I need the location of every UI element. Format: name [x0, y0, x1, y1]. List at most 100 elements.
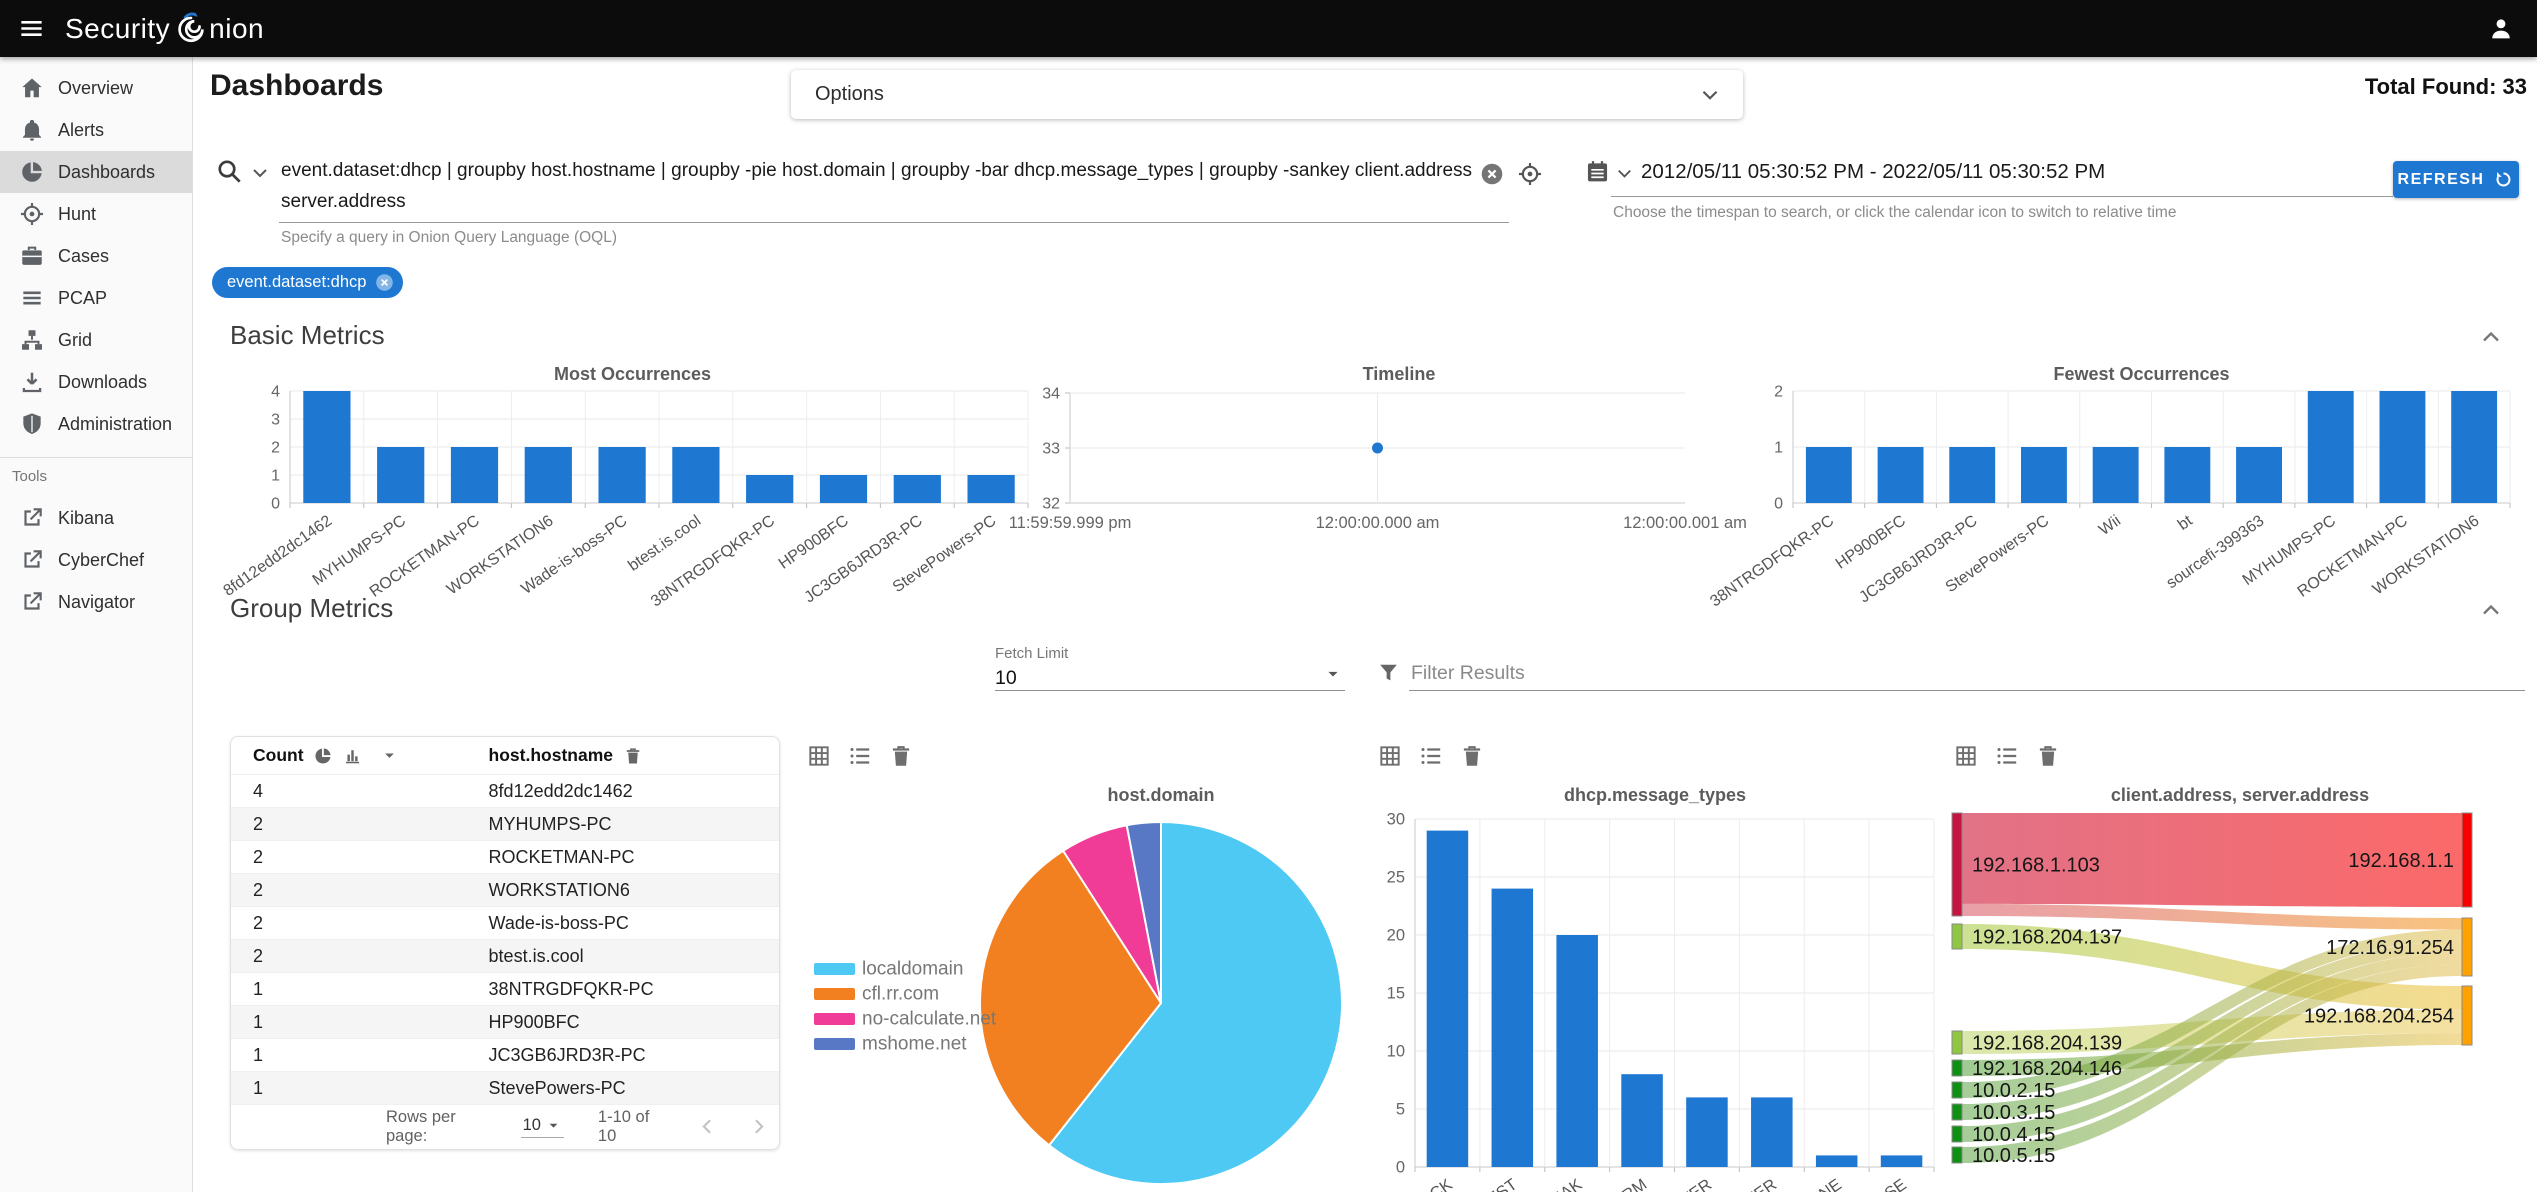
filter-results-input[interactable] — [1409, 657, 2525, 691]
sidebar-item-administration[interactable]: Administration — [0, 403, 192, 445]
sidebar-item-pcap[interactable]: PCAP — [0, 277, 192, 319]
bar-NAK[interactable] — [1556, 935, 1598, 1167]
table-view-icon[interactable] — [1377, 743, 1403, 769]
bar-INFORM[interactable] — [1621, 1074, 1663, 1167]
bar-8fd12edd2dc1462[interactable] — [303, 391, 351, 503]
fetch-limit-select[interactable]: Fetch Limit 10 — [995, 645, 1345, 691]
sankey-node-192.168.204.254[interactable] — [2461, 985, 2473, 1046]
legend-swatch[interactable] — [814, 988, 855, 1000]
sankey-node-172.16.91.254[interactable] — [2461, 917, 2473, 977]
bar-Wade-is-boss-PC[interactable] — [598, 447, 646, 503]
options-dropdown[interactable]: Options — [791, 70, 1743, 119]
table-row[interactable]: 1 JC3GB6JRD3R-PC — [231, 1038, 779, 1071]
timeline-point[interactable] — [1372, 442, 1383, 454]
table-row[interactable]: 1 38NTRGDFQKR-PC — [231, 972, 779, 1005]
bar-38NTRGDFQKR-PC[interactable] — [1805, 447, 1852, 503]
sankey-panel-toolbar — [1953, 743, 2061, 769]
bar-MYHUMPS-PC[interactable] — [2307, 391, 2354, 503]
group-metrics-collapse-icon[interactable] — [2477, 596, 2505, 624]
sidebar-item-alerts[interactable]: Alerts — [0, 109, 192, 151]
delete-column-icon[interactable] — [623, 746, 643, 766]
user-account-icon[interactable] — [2487, 15, 2515, 43]
sankey-node-10.0.2.15[interactable] — [1951, 1081, 1963, 1099]
sankey-node-192.168.1.1[interactable] — [2461, 812, 2473, 908]
table-row[interactable]: 4 8fd12edd2dc1462 — [231, 774, 779, 807]
delete-panel-icon[interactable] — [1459, 743, 1485, 769]
sidebar-item-downloads[interactable]: Downloads — [0, 361, 192, 403]
table-row[interactable]: 2 ROCKETMAN-PC — [231, 840, 779, 873]
bar-WORKSTATION6[interactable] — [524, 447, 572, 503]
table-row[interactable]: 2 WORKSTATION6 — [231, 873, 779, 906]
bar-DECLINE[interactable] — [1815, 1155, 1858, 1167]
bar-ROCKETMAN-PC[interactable] — [450, 447, 499, 503]
bar-MYHUMPS-PC[interactable] — [377, 447, 425, 503]
table-row[interactable]: 2 MYHUMPS-PC — [231, 807, 779, 840]
bar-btest.is.cool[interactable] — [672, 447, 720, 503]
sankey-node-192.168.1.103[interactable] — [1951, 812, 1963, 917]
table-view-icon[interactable] — [1953, 743, 1979, 769]
bar-sourcefi-399363[interactable] — [2236, 447, 2282, 503]
list-view-icon[interactable] — [1418, 743, 1444, 769]
sidebar-item-navigator[interactable]: Navigator — [0, 581, 192, 623]
bar-bt[interactable] — [2164, 447, 2211, 503]
table-row[interactable]: 1 HP900BFC — [231, 1005, 779, 1038]
bar-38NTRGDFQKR-PC[interactable] — [746, 475, 794, 503]
table-view-icon[interactable] — [806, 743, 832, 769]
delete-panel-icon[interactable] — [888, 743, 914, 769]
refresh-button[interactable]: REFRESH — [2393, 161, 2519, 198]
sankey-node-192.168.204.146[interactable] — [1951, 1059, 1963, 1077]
bar-chart-toggle-icon[interactable] — [342, 745, 363, 766]
sidebar-item-hunt[interactable]: Hunt — [0, 193, 192, 235]
table-row[interactable]: 1 StevePowers-PC — [231, 1071, 779, 1104]
query-input[interactable]: event.dataset:dhcp | groupby host.hostna… — [281, 155, 1511, 217]
bar-WORKSTATION6[interactable] — [2451, 391, 2498, 503]
sidebar-item-dashboards[interactable]: Dashboards — [0, 151, 192, 193]
sankey-node-10.0.3.15[interactable] — [1951, 1103, 1963, 1121]
table-row[interactable]: 2 btest.is.cool — [231, 939, 779, 972]
bar-RELEASE[interactable] — [1880, 1155, 1923, 1167]
sort-caret-icon[interactable] — [380, 746, 399, 765]
basic-metrics-collapse-icon[interactable] — [2477, 323, 2505, 351]
bar-StevePowers-PC[interactable] — [2021, 447, 2067, 503]
calendar-icon[interactable] — [1584, 158, 1611, 185]
delete-panel-icon[interactable] — [2035, 743, 2061, 769]
search-chevron-down-icon[interactable] — [248, 161, 272, 185]
bar-JC3GB6JRD3R-PC[interactable] — [1949, 447, 1996, 503]
sidebar-item-kibana[interactable]: Kibana — [0, 497, 192, 539]
sidebar-item-cyberchef[interactable]: CyberChef — [0, 539, 192, 581]
bar-OFFER[interactable] — [1751, 1097, 1793, 1167]
bar-REQUEST[interactable] — [1491, 888, 1534, 1167]
timerange-input[interactable]: 2012/05/11 05:30:52 PM - 2022/05/11 05:3… — [1641, 160, 2105, 184]
bar-StevePowers-PC[interactable] — [967, 475, 1015, 503]
timerange-chevron-down-icon[interactable] — [1613, 162, 1636, 185]
bar-ROCKETMAN-PC[interactable] — [2379, 391, 2426, 503]
legend-swatch[interactable] — [814, 963, 855, 975]
legend-swatch[interactable] — [814, 1038, 855, 1050]
sankey-node-10.0.4.15[interactable] — [1951, 1125, 1963, 1143]
sankey-node-192.168.204.137[interactable] — [1951, 923, 1963, 950]
sidebar-item-grid[interactable]: Grid — [0, 319, 192, 361]
sidebar-item-overview[interactable]: Overview — [0, 67, 192, 109]
sidebar-item-cases[interactable]: Cases — [0, 235, 192, 277]
pie-chart-toggle-icon[interactable] — [313, 746, 333, 766]
rows-per-page-select[interactable]: 10 — [520, 1116, 564, 1138]
previous-page-icon[interactable] — [695, 1114, 720, 1139]
legend-swatch[interactable] — [814, 1013, 855, 1025]
bar-Wii[interactable] — [2092, 447, 2139, 503]
filter-chip[interactable]: event.dataset:dhcp — [212, 267, 404, 298]
clear-query-icon[interactable] — [1479, 161, 1505, 187]
quick-actions-icon[interactable] — [1517, 161, 1543, 187]
bar-DISCOVER[interactable] — [1686, 1097, 1728, 1167]
chip-remove-icon[interactable] — [374, 272, 395, 293]
sankey-node-192.168.204.139[interactable] — [1951, 1030, 1963, 1055]
bar-JC3GB6JRD3R-PC[interactable] — [893, 475, 941, 503]
sankey-node-10.0.5.15[interactable] — [1951, 1146, 1963, 1164]
bar-ACK[interactable] — [1426, 830, 1469, 1167]
table-row[interactable]: 2 Wade-is-boss-PC — [231, 906, 779, 939]
bar-HP900BFC[interactable] — [819, 475, 868, 503]
bar-HP900BFC[interactable] — [1877, 447, 1924, 503]
menu-icon[interactable] — [18, 15, 45, 42]
list-view-icon[interactable] — [1994, 743, 2020, 769]
next-page-icon[interactable] — [746, 1114, 771, 1139]
list-view-icon[interactable] — [847, 743, 873, 769]
